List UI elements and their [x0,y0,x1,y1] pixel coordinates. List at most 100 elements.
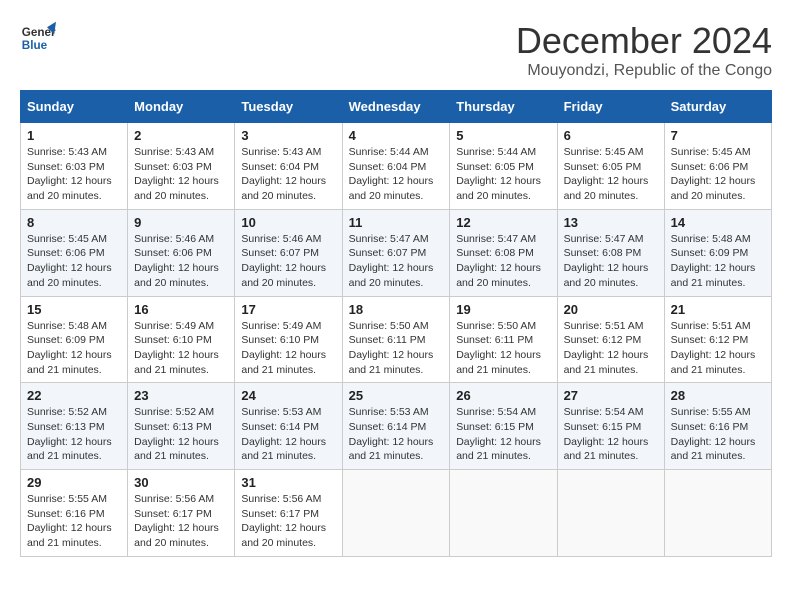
title-section: December 2024 Mouyondzi, Republic of the… [516,20,772,80]
day-detail: Sunrise: 5:52 AM Sunset: 6:13 PM Dayligh… [134,405,228,464]
calendar-week-row: 8 Sunrise: 5:45 AM Sunset: 6:06 PM Daylig… [21,209,772,296]
day-number: 24 [241,388,335,403]
calendar-cell: 7 Sunrise: 5:45 AM Sunset: 6:06 PM Daylig… [664,123,771,210]
header-wednesday: Wednesday [342,91,450,123]
day-number: 4 [349,128,444,143]
day-detail: Sunrise: 5:53 AM Sunset: 6:14 PM Dayligh… [349,405,444,464]
calendar-table: SundayMondayTuesdayWednesdayThursdayFrid… [20,90,772,557]
day-number: 6 [564,128,658,143]
day-number: 18 [349,302,444,317]
calendar-cell: 1 Sunrise: 5:43 AM Sunset: 6:03 PM Daylig… [21,123,128,210]
page-header: General Blue December 2024 Mouyondzi, Re… [20,20,772,80]
logo-icon: General Blue [20,20,56,56]
calendar-cell: 27Sunrise: 5:54 AM Sunset: 6:15 PM Dayli… [557,383,664,470]
calendar-cell: 17 Sunrise: 5:49 AM Sunset: 6:10 PM Dayli… [235,296,342,383]
day-number: 30 [134,475,228,490]
day-number: 10 [241,215,335,230]
header-monday: Monday [128,91,235,123]
day-number: 25 [349,388,444,403]
calendar-cell [557,470,664,557]
day-number: 16 [134,302,228,317]
location-title: Mouyondzi, Republic of the Congo [516,62,772,80]
calendar-cell: 4 Sunrise: 5:44 AM Sunset: 6:04 PM Daylig… [342,123,450,210]
day-detail: Sunrise: 5:56 AM Sunset: 6:17 PM Dayligh… [241,492,335,551]
day-number: 1 [27,128,121,143]
day-detail: Sunrise: 5:51 AM Sunset: 6:12 PM Dayligh… [671,319,765,378]
calendar-cell: 16 Sunrise: 5:49 AM Sunset: 6:10 PM Dayli… [128,296,235,383]
calendar-cell: 5 Sunrise: 5:44 AM Sunset: 6:05 PM Daylig… [450,123,557,210]
calendar-cell: 22 Sunrise: 5:52 AM Sunset: 6:13 PM Dayli… [21,383,128,470]
day-detail: Sunrise: 5:55 AM Sunset: 6:16 PM Dayligh… [671,405,765,464]
day-detail: Sunrise: 5:45 AM Sunset: 6:06 PM Dayligh… [27,232,121,291]
calendar-cell: 18 Sunrise: 5:50 AM Sunset: 6:11 PM Dayli… [342,296,450,383]
calendar-cell [450,470,557,557]
calendar-cell [342,470,450,557]
day-detail: Sunrise: 5:43 AM Sunset: 6:03 PM Dayligh… [134,145,228,204]
calendar-week-row: 15 Sunrise: 5:48 AM Sunset: 6:09 PM Dayli… [21,296,772,383]
calendar-week-row: 29Sunrise: 5:55 AM Sunset: 6:16 PM Dayli… [21,470,772,557]
day-detail: Sunrise: 5:54 AM Sunset: 6:15 PM Dayligh… [456,405,550,464]
day-detail: Sunrise: 5:54 AM Sunset: 6:15 PM Dayligh… [564,405,658,464]
calendar-cell: 21 Sunrise: 5:51 AM Sunset: 6:12 PM Dayli… [664,296,771,383]
day-number: 23 [134,388,228,403]
day-number: 21 [671,302,765,317]
day-detail: Sunrise: 5:51 AM Sunset: 6:12 PM Dayligh… [564,319,658,378]
calendar-cell: 29Sunrise: 5:55 AM Sunset: 6:16 PM Dayli… [21,470,128,557]
day-detail: Sunrise: 5:43 AM Sunset: 6:03 PM Dayligh… [27,145,121,204]
calendar-cell: 6Sunrise: 5:45 AM Sunset: 6:05 PM Daylig… [557,123,664,210]
header-saturday: Saturday [664,91,771,123]
calendar-cell: 26 Sunrise: 5:54 AM Sunset: 6:15 PM Dayli… [450,383,557,470]
calendar-cell: 15 Sunrise: 5:48 AM Sunset: 6:09 PM Dayli… [21,296,128,383]
day-number: 7 [671,128,765,143]
day-number: 13 [564,215,658,230]
calendar-cell: 19Sunrise: 5:50 AM Sunset: 6:11 PM Dayli… [450,296,557,383]
calendar-cell [664,470,771,557]
day-detail: Sunrise: 5:46 AM Sunset: 6:07 PM Dayligh… [241,232,335,291]
day-number: 3 [241,128,335,143]
calendar-cell: 31 Sunrise: 5:56 AM Sunset: 6:17 PM Dayli… [235,470,342,557]
day-detail: Sunrise: 5:49 AM Sunset: 6:10 PM Dayligh… [241,319,335,378]
day-detail: Sunrise: 5:44 AM Sunset: 6:05 PM Dayligh… [456,145,550,204]
day-detail: Sunrise: 5:50 AM Sunset: 6:11 PM Dayligh… [349,319,444,378]
day-detail: Sunrise: 5:52 AM Sunset: 6:13 PM Dayligh… [27,405,121,464]
day-detail: Sunrise: 5:45 AM Sunset: 6:06 PM Dayligh… [671,145,765,204]
day-detail: Sunrise: 5:48 AM Sunset: 6:09 PM Dayligh… [27,319,121,378]
day-detail: Sunrise: 5:56 AM Sunset: 6:17 PM Dayligh… [134,492,228,551]
calendar-cell: 24Sunrise: 5:53 AM Sunset: 6:14 PM Dayli… [235,383,342,470]
header-friday: Friday [557,91,664,123]
day-number: 31 [241,475,335,490]
day-detail: Sunrise: 5:47 AM Sunset: 6:08 PM Dayligh… [456,232,550,291]
day-detail: Sunrise: 5:55 AM Sunset: 6:16 PM Dayligh… [27,492,121,551]
day-detail: Sunrise: 5:47 AM Sunset: 6:07 PM Dayligh… [349,232,444,291]
header-sunday: Sunday [21,91,128,123]
day-number: 17 [241,302,335,317]
day-number: 26 [456,388,550,403]
day-detail: Sunrise: 5:50 AM Sunset: 6:11 PM Dayligh… [456,319,550,378]
svg-text:Blue: Blue [22,39,48,52]
calendar-cell: 12 Sunrise: 5:47 AM Sunset: 6:08 PM Dayli… [450,209,557,296]
day-detail: Sunrise: 5:47 AM Sunset: 6:08 PM Dayligh… [564,232,658,291]
calendar-cell: 2Sunrise: 5:43 AM Sunset: 6:03 PM Daylig… [128,123,235,210]
calendar-cell: 25 Sunrise: 5:53 AM Sunset: 6:14 PM Dayli… [342,383,450,470]
day-number: 5 [456,128,550,143]
logo: General Blue [20,20,56,56]
day-detail: Sunrise: 5:44 AM Sunset: 6:04 PM Dayligh… [349,145,444,204]
calendar-cell: 13 Sunrise: 5:47 AM Sunset: 6:08 PM Dayli… [557,209,664,296]
calendar-cell: 20Sunrise: 5:51 AM Sunset: 6:12 PM Dayli… [557,296,664,383]
header-thursday: Thursday [450,91,557,123]
calendar-cell: 28Sunrise: 5:55 AM Sunset: 6:16 PM Dayli… [664,383,771,470]
calendar-cell: 14Sunrise: 5:48 AM Sunset: 6:09 PM Dayli… [664,209,771,296]
day-number: 14 [671,215,765,230]
day-number: 8 [27,215,121,230]
day-detail: Sunrise: 5:49 AM Sunset: 6:10 PM Dayligh… [134,319,228,378]
day-number: 11 [349,215,444,230]
day-detail: Sunrise: 5:43 AM Sunset: 6:04 PM Dayligh… [241,145,335,204]
calendar-cell: 9Sunrise: 5:46 AM Sunset: 6:06 PM Daylig… [128,209,235,296]
day-number: 22 [27,388,121,403]
day-number: 12 [456,215,550,230]
calendar-week-row: 1 Sunrise: 5:43 AM Sunset: 6:03 PM Daylig… [21,123,772,210]
header-tuesday: Tuesday [235,91,342,123]
day-number: 15 [27,302,121,317]
calendar-cell: 11 Sunrise: 5:47 AM Sunset: 6:07 PM Dayli… [342,209,450,296]
calendar-cell: 23 Sunrise: 5:52 AM Sunset: 6:13 PM Dayli… [128,383,235,470]
